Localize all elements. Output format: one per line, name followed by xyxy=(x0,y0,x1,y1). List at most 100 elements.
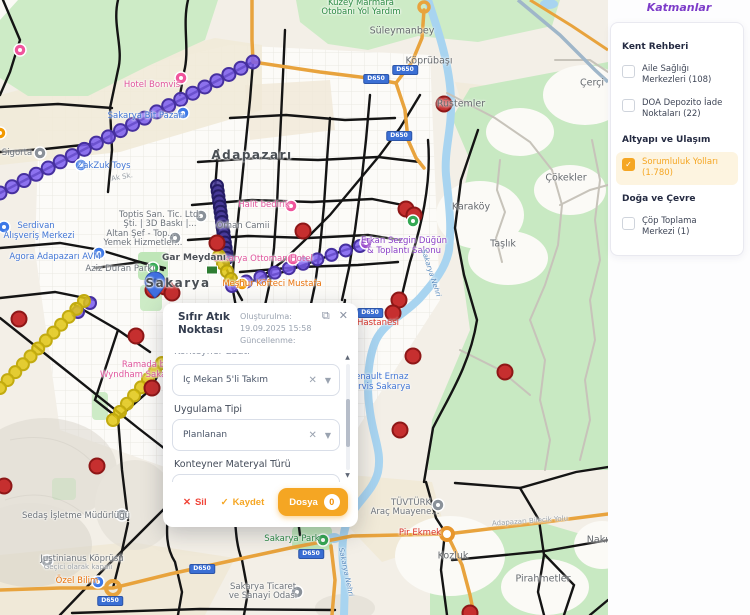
poi-marker[interactable] xyxy=(0,221,10,233)
road-shield: D650 xyxy=(363,74,389,84)
road-node-dot[interactable] xyxy=(225,273,237,285)
road-node-dot[interactable] xyxy=(269,267,281,279)
road-node-dot[interactable] xyxy=(90,137,103,150)
scroll-up-icon[interactable]: ▲ xyxy=(344,355,351,361)
road-node-dot[interactable] xyxy=(326,249,338,261)
poi-marker[interactable] xyxy=(175,72,187,84)
clipped-field-label: Konteyner Ebatı xyxy=(174,353,340,359)
clear-icon[interactable]: ✕ xyxy=(308,430,316,441)
red-point-marker[interactable] xyxy=(386,306,401,321)
red-point-marker[interactable] xyxy=(393,423,408,438)
select-konteyner-ebati[interactable]: İç Mekan 5'li Takım ✕ ▼ xyxy=(172,364,340,396)
road-node-dot[interactable] xyxy=(54,155,67,168)
road-node-dot[interactable] xyxy=(210,74,223,87)
file-button[interactable]: Dosya 0 xyxy=(278,488,348,516)
layer-section-heading: Altyapı ve Ulaşım xyxy=(622,135,732,145)
poi-marker[interactable] xyxy=(177,107,189,119)
poi-marker[interactable] xyxy=(0,127,6,139)
road-node-dot[interactable] xyxy=(234,62,247,75)
layer-toggle-p-toplama-merkezi-1[interactable]: Çöp Toplama Merkezi (1) xyxy=(616,211,738,244)
red-point-marker[interactable] xyxy=(463,606,478,615)
road-node-dot[interactable] xyxy=(102,130,115,143)
road-shield: D650 xyxy=(298,549,324,559)
red-point-marker[interactable] xyxy=(406,349,421,364)
poi-marker[interactable] xyxy=(287,253,299,265)
red-point-marker[interactable] xyxy=(210,236,225,251)
road-shield: D650 xyxy=(97,596,123,606)
poi-marker[interactable] xyxy=(75,159,87,171)
road-node-dot[interactable] xyxy=(247,56,260,69)
road-node-dot[interactable] xyxy=(174,93,187,106)
poi-marker[interactable] xyxy=(291,586,303,598)
road-shield: D650 xyxy=(357,308,383,318)
poi-marker[interactable] xyxy=(41,555,53,567)
road-node-dot[interactable] xyxy=(311,253,323,265)
red-point-marker[interactable] xyxy=(498,365,513,380)
popup-title: Sıfır Atık Noktası xyxy=(178,311,240,347)
road-node-dot[interactable] xyxy=(42,162,55,175)
road-node-dot[interactable] xyxy=(222,68,235,81)
poi-marker[interactable] xyxy=(317,534,329,546)
road-node-dot[interactable] xyxy=(107,414,119,426)
poi-marker[interactable] xyxy=(407,215,419,227)
red-point-marker[interactable] xyxy=(129,329,144,344)
layer-toggle-aile-sa-l-merkezleri-108[interactable]: Aile Sağlığı Merkezleri (108) xyxy=(616,59,738,92)
red-point-marker[interactable] xyxy=(296,224,311,239)
red-point-marker[interactable] xyxy=(165,286,180,301)
close-icon[interactable]: ✕ xyxy=(339,310,348,321)
field-label: Konteyner Materyal Türü xyxy=(174,459,340,470)
road-node-dot[interactable] xyxy=(150,105,163,118)
road-node-dot[interactable] xyxy=(126,118,139,131)
red-point-marker[interactable] xyxy=(12,312,27,327)
poi-marker[interactable] xyxy=(93,247,105,259)
red-point-marker[interactable] xyxy=(145,381,160,396)
chevron-down-icon[interactable]: ▼ xyxy=(325,431,331,440)
poi-marker[interactable] xyxy=(285,200,297,212)
checkbox-icon[interactable] xyxy=(622,65,635,78)
scroll-down-icon[interactable]: ▼ xyxy=(344,473,351,479)
sidebar-title: Katmanlar xyxy=(608,1,750,14)
red-point-marker[interactable] xyxy=(437,97,452,112)
poi-marker[interactable] xyxy=(116,509,128,521)
save-button[interactable]: ✓ Kaydet xyxy=(221,497,265,508)
layer-label: Sorumluluk Yolları (1.780) xyxy=(642,157,732,180)
poi-marker[interactable] xyxy=(360,237,372,249)
checkbox-checked-icon[interactable]: ✓ xyxy=(622,158,635,171)
layer-toggle-doa-depozito-i-ade-noktalar-22[interactable]: DOA Depozito İade Noktaları (22) xyxy=(616,93,738,126)
road-node-dot[interactable] xyxy=(114,124,127,137)
expand-icon[interactable]: ⧉ xyxy=(322,310,330,321)
checkbox-icon[interactable] xyxy=(622,217,635,230)
road-shield-green xyxy=(206,266,218,275)
road-node-dot[interactable] xyxy=(78,143,91,156)
red-point-marker[interactable] xyxy=(0,479,12,494)
road-node-dot[interactable] xyxy=(162,99,175,112)
poi-marker[interactable] xyxy=(14,44,26,56)
road-node-dot[interactable] xyxy=(198,80,211,93)
poi-marker[interactable] xyxy=(34,147,46,159)
delete-x-icon: ✕ xyxy=(183,497,191,508)
road-node-dot[interactable] xyxy=(18,174,31,187)
clear-icon[interactable]: ✕ xyxy=(308,375,316,386)
road-node-dot[interactable] xyxy=(0,382,6,394)
scrollbar-thumb[interactable] xyxy=(346,399,350,447)
popup-form: Konteyner Ebatı İç Mekan 5'li Takım ✕ ▼ … xyxy=(172,353,340,482)
poi-marker[interactable] xyxy=(432,499,444,511)
poi-marker[interactable] xyxy=(169,232,181,244)
delete-button[interactable]: ✕ Sil xyxy=(183,497,207,508)
app-window: AdapazarıSakaryaSüleymanbeyKöprübaşıRüst… xyxy=(0,0,750,615)
poi-marker[interactable] xyxy=(195,210,207,222)
road-node-dot[interactable] xyxy=(186,87,199,100)
poi-marker[interactable] xyxy=(236,278,248,290)
layer-toggle-sorumluluk-yollar-1-780[interactable]: ✓ Sorumluluk Yolları (1.780) xyxy=(616,152,738,185)
poi-marker[interactable] xyxy=(92,576,104,588)
chevron-down-icon[interactable]: ▼ xyxy=(325,376,331,385)
road-node-dot[interactable] xyxy=(254,271,266,283)
popup-scrollbar[interactable]: ▲ ▼ xyxy=(344,355,351,479)
red-point-marker[interactable] xyxy=(90,459,105,474)
road-node-dot[interactable] xyxy=(340,244,352,256)
road-node-dot[interactable] xyxy=(30,168,43,181)
road-node-dot[interactable] xyxy=(6,180,19,193)
checkbox-icon[interactable] xyxy=(622,99,635,112)
select-uygulama-tipi[interactable]: Planlanan ✕ ▼ xyxy=(172,419,340,451)
road-node-dot[interactable] xyxy=(138,112,151,125)
